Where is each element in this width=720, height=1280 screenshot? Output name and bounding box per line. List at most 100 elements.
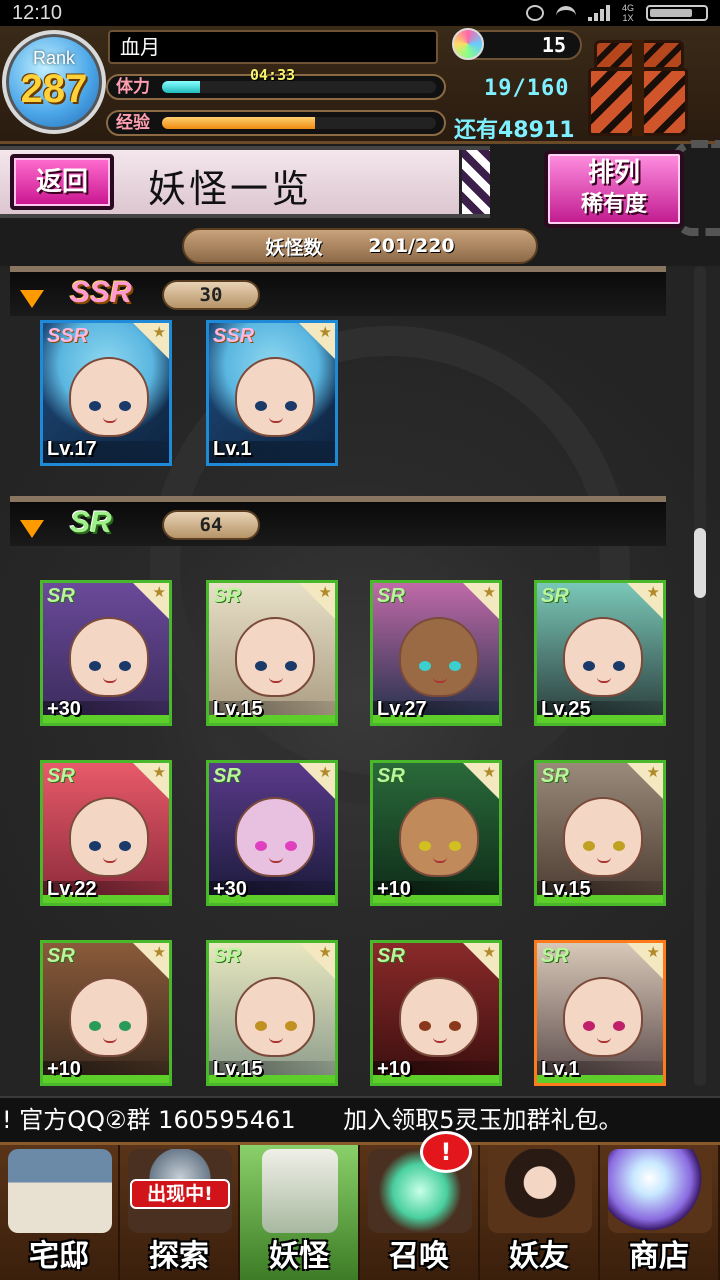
status-bar: 12:10 4G 1X	[0, 0, 720, 26]
monster-face	[69, 977, 149, 1057]
mouth	[103, 857, 117, 863]
mouth	[433, 1037, 447, 1043]
rarity-badge: SR	[213, 945, 241, 967]
star-icon: ★	[318, 763, 332, 781]
monster-card[interactable]: SR ★ Lv.1	[534, 940, 666, 1086]
collapse-arrow-icon[interactable]	[20, 520, 44, 538]
monster-card[interactable]: SR ★ +10	[370, 940, 502, 1086]
monster-face	[235, 977, 315, 1057]
network-top: 4G	[621, 3, 634, 13]
back-button[interactable]: 返回	[10, 154, 114, 210]
nav-explore[interactable]: 出现中! 探索	[120, 1145, 240, 1280]
nav-summon[interactable]: ! 召唤	[360, 1131, 480, 1280]
rank-value: 287	[20, 67, 88, 111]
rank-label: Rank	[32, 48, 76, 68]
monster-card[interactable]: SR ★ Lv.15	[206, 940, 338, 1086]
sort-label: 排列	[587, 158, 640, 188]
appearing-badge: 出现中!	[130, 1179, 230, 1209]
alert-badge: !	[420, 1131, 472, 1173]
eye-right	[613, 841, 625, 851]
alarm-icon	[525, 5, 544, 21]
monster-card[interactable]: SSR ★ Lv.17	[40, 320, 172, 466]
gem-counter[interactable]: 15	[452, 28, 582, 60]
monster-face	[235, 617, 315, 697]
star-icon: ★	[152, 943, 166, 961]
rarity-badge: SR	[377, 585, 405, 607]
monster-card[interactable]: SR ★ +30	[40, 580, 172, 726]
monster-card[interactable]: SR ★ +10	[370, 760, 502, 906]
ticker-text-1: ! 官方QQ②群 160595461	[2, 1106, 296, 1134]
eye-right	[119, 661, 131, 671]
list-scrollbar[interactable]	[694, 266, 706, 1086]
rarity-tag-ssr: SSR	[70, 276, 132, 309]
nav-shop[interactable]: 商店	[600, 1145, 720, 1280]
nav-friends[interactable]: 妖友	[480, 1145, 600, 1280]
player-header: Rank 287 血月 体力 04:33 经验 15 19/160 还有4891…	[0, 26, 720, 144]
rank-badge[interactable]: Rank 287	[2, 30, 106, 134]
clock: 12:10	[12, 1, 63, 24]
eye-left	[583, 1021, 595, 1031]
sort-button[interactable]: 排列 稀有度	[544, 150, 684, 228]
mouth	[103, 1037, 117, 1043]
card-level: +30	[213, 878, 247, 900]
star-icon: ★	[152, 323, 166, 341]
exp-label: 经验	[116, 113, 150, 133]
mouth	[433, 677, 447, 683]
monster-card[interactable]: SR ★ +10	[40, 940, 172, 1086]
monster-count-value: 201/220	[368, 235, 455, 257]
monster-card[interactable]: SR ★ +30	[206, 760, 338, 906]
nav-monsters-label: 妖怪	[269, 1239, 329, 1274]
monster-card[interactable]: SR ★ Lv.15	[534, 760, 666, 906]
section-header-sr[interactable]: SR 64	[10, 496, 666, 546]
nav-explore-label: 探索	[149, 1239, 209, 1274]
card-level: +30	[47, 698, 81, 720]
nav-friends-label: 妖友	[509, 1239, 569, 1274]
mouth	[597, 677, 611, 683]
eye-right	[119, 1021, 131, 1031]
eye-right	[285, 661, 297, 671]
section-header-ssr[interactable]: SSR 30	[10, 266, 666, 316]
star-icon: ★	[318, 323, 332, 341]
eye-left	[89, 841, 101, 851]
star-icon: ★	[646, 943, 660, 961]
mouth	[597, 857, 611, 863]
monster-face	[563, 977, 643, 1057]
card-level: +10	[377, 878, 411, 900]
eye-left	[419, 661, 431, 671]
star-icon: ★	[318, 943, 332, 961]
star-icon: ★	[482, 943, 496, 961]
card-level: Lv.15	[213, 1058, 263, 1080]
news-ticker: ! 官方QQ②群 160595461 加入领取5灵玉加群礼包。	[0, 1096, 720, 1142]
eye-right	[119, 401, 131, 411]
nav-home[interactable]: 宅邸	[0, 1145, 120, 1280]
eye-right	[449, 1021, 461, 1031]
card-level: Lv.27	[377, 698, 427, 720]
collapse-arrow-icon[interactable]	[20, 290, 44, 308]
nav-monsters[interactable]: 妖怪	[240, 1145, 360, 1280]
gift-box-icon[interactable]	[588, 40, 688, 136]
rarity-badge: SR	[377, 945, 405, 967]
eye-left	[583, 841, 595, 851]
eye-left	[583, 661, 595, 671]
eye-left	[419, 841, 431, 851]
eye-left	[89, 401, 101, 411]
stamina-bar: 体力 04:33	[106, 66, 446, 100]
monster-face	[235, 797, 315, 877]
network-bottom: 1X	[622, 13, 634, 23]
monster-card[interactable]: SR ★ Lv.22	[40, 760, 172, 906]
monster-card[interactable]: SR ★ Lv.27	[370, 580, 502, 726]
rarity-badge: SR	[47, 765, 75, 787]
monster-card[interactable]: SR ★ Lv.25	[534, 580, 666, 726]
monster-card[interactable]: SR ★ Lv.15	[206, 580, 338, 726]
mouth	[269, 857, 283, 863]
gem-value: 15	[541, 33, 566, 57]
monster-list[interactable]: SSR 30 SSR ★ Lv.17 SSR ★ Lv.1 SR 64 SR ★…	[0, 266, 720, 1096]
card-level: +10	[47, 1058, 81, 1080]
scroll-thumb[interactable]	[694, 528, 706, 598]
rarity-badge: SR	[377, 765, 405, 787]
card-level: Lv.17	[47, 438, 97, 460]
monster-card[interactable]: SSR ★ Lv.1	[206, 320, 338, 466]
star-icon: ★	[152, 763, 166, 781]
card-level: Lv.15	[541, 878, 591, 900]
eye-right	[285, 1021, 297, 1031]
